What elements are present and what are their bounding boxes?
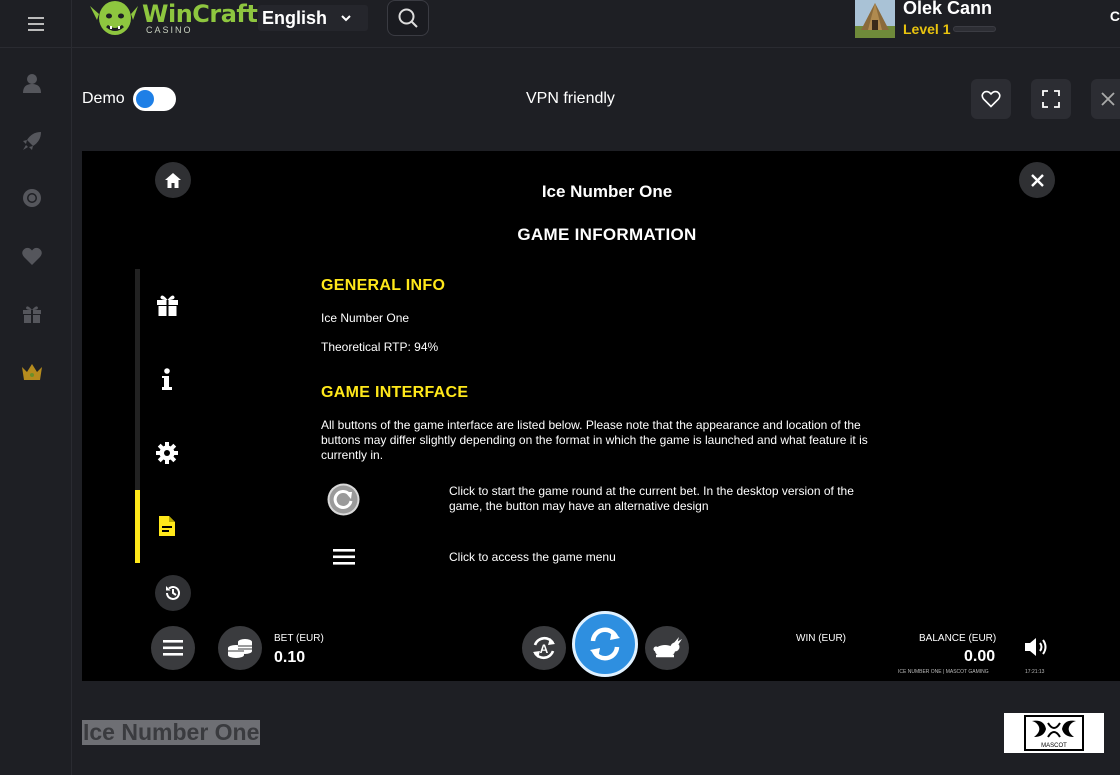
document-icon: [159, 516, 175, 536]
language-label: English: [262, 7, 328, 28]
svg-text:A: A: [540, 642, 549, 656]
goblin-logo-icon: [90, 1, 138, 35]
vpn-friendly-label: VPN friendly: [526, 90, 615, 107]
close-game-button[interactable]: [1091, 79, 1120, 119]
close-icon: [1101, 92, 1115, 106]
brand-name: WinCraft: [142, 0, 258, 28]
mascot-logo-text: MASCOT: [1041, 743, 1067, 749]
sidebar: [0, 48, 72, 775]
game-caption: Ice Number One: [82, 719, 261, 745]
demo-label: Demo: [82, 90, 125, 107]
brand-sub: CASINO: [146, 25, 193, 35]
game-title: Ice Number One: [541, 182, 673, 201]
speaker-icon: [1025, 638, 1047, 656]
demo-toggle[interactable]: [133, 87, 176, 111]
balance-value: 0.00: [964, 648, 996, 665]
history-icon: [166, 585, 180, 600]
user-name: Olek Cann: [903, 0, 993, 18]
game-interface-intro: All buttons of the game interface are li…: [321, 418, 868, 462]
user-profile[interactable]: Olek Cann Level 1: [855, 0, 996, 40]
sidebar-item-favorites[interactable]: [21, 245, 43, 267]
sidebar-item-bonuses[interactable]: [21, 303, 43, 325]
spin-arrows-icon: [590, 627, 620, 661]
autoplay-button[interactable]: A: [522, 626, 566, 670]
menu-button-description: Click to access the game menu: [449, 550, 616, 564]
sound-button[interactable]: [1024, 635, 1052, 659]
sidebar-toggle-button[interactable]: [0, 0, 72, 48]
heart-outline-icon: [981, 90, 1001, 108]
sidebar-item-live[interactable]: [21, 187, 43, 209]
spin-button[interactable]: [572, 611, 638, 677]
rabbit-icon: [653, 637, 682, 658]
tab-bonus[interactable]: [156, 293, 178, 317]
poker-chip-icon: [23, 189, 41, 207]
level-progress-bar: [953, 26, 996, 32]
mascot-logo: MASCOT: [1024, 715, 1084, 751]
game-footer-text: ICE NUMBER ONE | MASCOT GAMING: [898, 669, 989, 675]
autoplay-icon: A: [533, 636, 555, 660]
spin-icon: [327, 483, 360, 516]
balance-label: BALANCE (EUR): [919, 633, 997, 644]
game-interface-heading: GAME INTERFACE: [321, 384, 469, 401]
search-button[interactable]: [387, 0, 429, 36]
sidebar-item-launch[interactable]: [21, 130, 43, 152]
general-info-heading: GENERAL INFO: [321, 277, 446, 294]
bet-value: 0.10: [274, 649, 306, 666]
truncated-text: C: [1109, 8, 1120, 24]
game-frame: Ice Number One GAME INFORMATION GENERAL …: [82, 151, 1120, 681]
general-info-rtp: Theoretical RTP: 94%: [321, 340, 439, 354]
bet-selector-button[interactable]: [218, 626, 262, 670]
sidebar-item-profile[interactable]: [21, 72, 43, 94]
fullscreen-icon: [1042, 90, 1060, 108]
info-icon: [162, 368, 172, 390]
sidebar-item-vip[interactable]: [21, 361, 43, 383]
hamburger-icon: [27, 17, 44, 31]
turbo-button[interactable]: [645, 626, 689, 670]
top-bar: WinCraft CASINO English Olek Cann Level …: [0, 0, 1120, 48]
chevron-down-icon: [341, 14, 351, 21]
user-icon: [23, 74, 41, 93]
game-clock: 17:21:13: [1025, 669, 1045, 675]
gear-icon: [156, 442, 178, 464]
game-menu-button[interactable]: [151, 626, 195, 670]
provider-logo: MASCOT: [1004, 713, 1104, 753]
menu-icon: [333, 549, 355, 565]
crown-icon: [22, 364, 42, 380]
app-root: WinCraft CASINO English Olek Cann Level …: [0, 0, 1120, 775]
heart-icon: [22, 247, 42, 265]
casino-logo[interactable]: WinCraft CASINO: [88, 0, 258, 40]
win-label: WIN (EUR): [796, 633, 846, 644]
user-level: Level 1: [903, 21, 951, 37]
game-information-title: GAME INFORMATION: [517, 225, 697, 244]
search-icon: [398, 8, 418, 28]
favorite-button[interactable]: [971, 79, 1011, 119]
avatar: [855, 0, 895, 38]
language-select[interactable]: English: [258, 5, 368, 31]
spin-button-description: Click to start the game round at the cur…: [449, 484, 854, 513]
history-button[interactable]: [155, 575, 191, 611]
tab-rules[interactable]: [156, 514, 178, 538]
coins-icon: [228, 639, 252, 658]
rocket-icon: [23, 132, 41, 150]
general-info-game-name: Ice Number One: [321, 311, 410, 325]
bet-label: BET (EUR): [274, 633, 324, 644]
tabs-active-indicator: [135, 490, 140, 563]
toggle-knob: [136, 90, 154, 108]
tab-settings[interactable]: [156, 441, 178, 465]
fullscreen-button[interactable]: [1031, 79, 1071, 119]
tab-info[interactable]: [156, 367, 178, 391]
hamburger-icon: [163, 640, 183, 656]
gift-icon: [156, 295, 178, 316]
gift-icon: [23, 306, 41, 323]
